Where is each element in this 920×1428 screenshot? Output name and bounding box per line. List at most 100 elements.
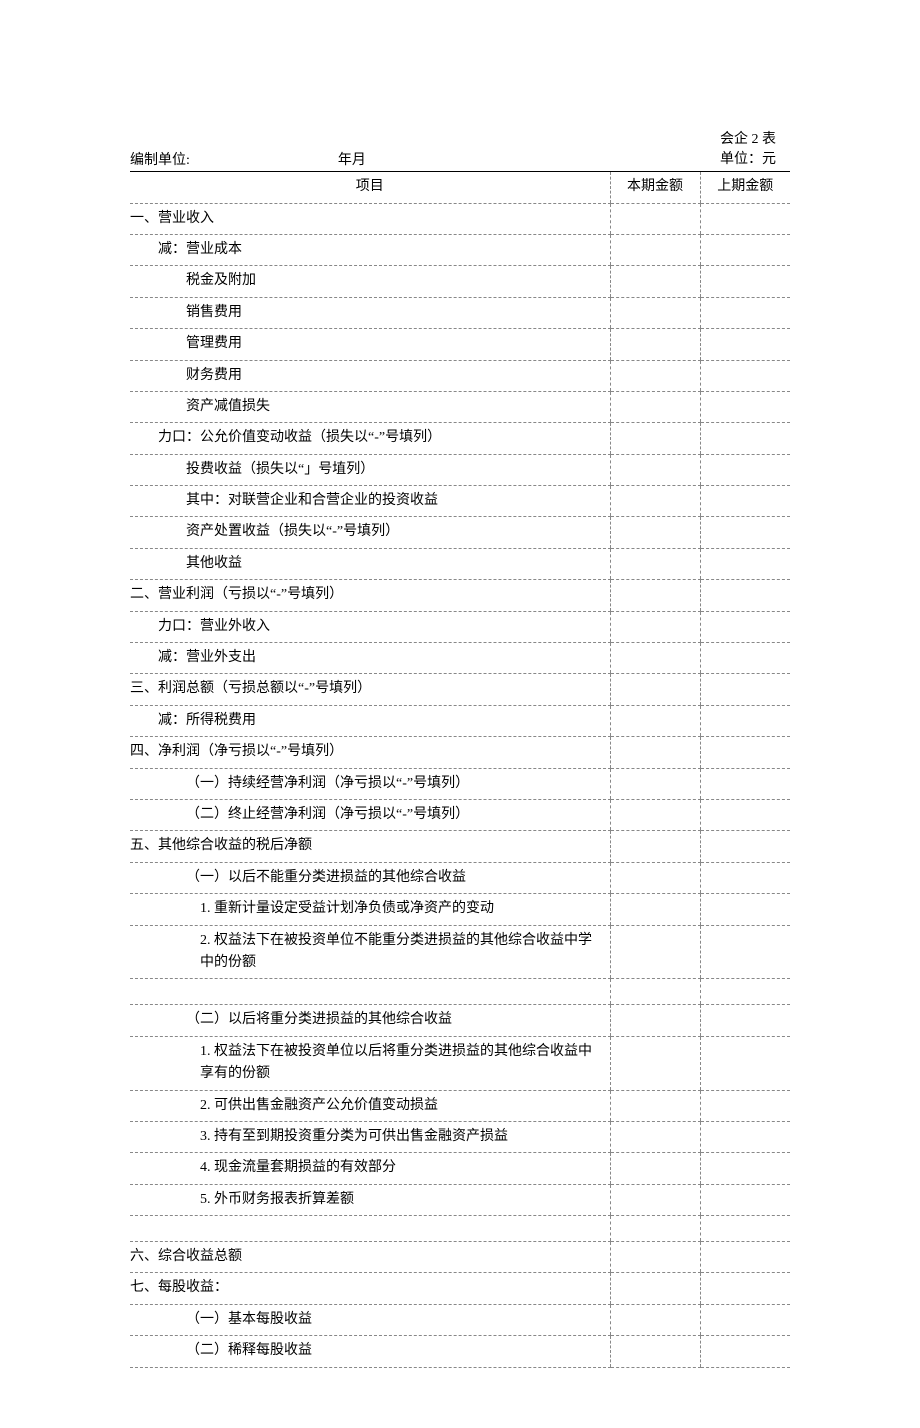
date-area: 年月 <box>190 149 720 169</box>
prev-amount-cell <box>700 674 790 705</box>
table-row: 财务费用 <box>130 360 790 391</box>
prev-amount-cell <box>700 203 790 234</box>
current-amount-cell <box>610 360 700 391</box>
table-row: 减：营业成本 <box>130 234 790 265</box>
current-amount-cell <box>610 203 700 234</box>
row-label: 投费收益（损失以“」号埴列） <box>130 454 610 485</box>
current-amount-cell <box>610 705 700 736</box>
row-label: （一）持续经营净利润（净亏损以“-”号填列） <box>130 768 610 799</box>
row-label: 3. 持有至到期投资重分类为可供出售金融资产损益 <box>130 1121 610 1152</box>
row-label: 二、营业利润（亏损以“-”号填列） <box>130 580 610 611</box>
current-amount-cell <box>610 1121 700 1152</box>
table-row: 力口：公允价值变动收益（损失以“-”号填列） <box>130 423 790 454</box>
row-label: 税金及附加 <box>130 266 610 297</box>
table-row: （二）稀释每股收益 <box>130 1336 790 1367</box>
current-amount-cell <box>610 580 700 611</box>
prev-amount-cell <box>700 979 790 1005</box>
header-right: 会企 2 表 单位：元 <box>720 130 790 169</box>
table-row: 三、利润总额（亏损总额以“-”号填列） <box>130 674 790 705</box>
row-label: 其他收益 <box>130 548 610 579</box>
row-label: 六、综合收益总额 <box>130 1242 610 1273</box>
prepared-by-label: 编制单位: <box>130 149 190 169</box>
prev-amount-cell <box>700 234 790 265</box>
current-amount-cell <box>610 925 700 979</box>
col-header-item: 项目 <box>130 172 610 203</box>
row-label: 5. 外币财务报表折算差额 <box>130 1184 610 1215</box>
current-amount-cell <box>610 979 700 1005</box>
current-amount-cell <box>610 391 700 422</box>
table-row: 4. 现金流量套期损益的有效部分 <box>130 1153 790 1184</box>
prev-amount-cell <box>700 1005 790 1036</box>
row-label: 管理费用 <box>130 329 610 360</box>
current-amount-cell <box>610 1184 700 1215</box>
prev-amount-cell <box>700 548 790 579</box>
row-label: 1. 重新计量设定受益计划净负债或净资产的变动 <box>130 894 610 925</box>
current-amount-cell <box>610 1304 700 1335</box>
table-row: 减：所得税费用 <box>130 705 790 736</box>
row-label: 力口：公允价值变动收益（损失以“-”号填列） <box>130 423 610 454</box>
row-label: 资产减值损失 <box>130 391 610 422</box>
prev-amount-cell <box>700 329 790 360</box>
current-amount-cell <box>610 674 700 705</box>
prev-amount-cell <box>700 862 790 893</box>
current-amount-cell <box>610 1090 700 1121</box>
table-row: 力口：营业外收入 <box>130 611 790 642</box>
header-row: 编制单位: 年月 会企 2 表 单位：元 <box>130 130 790 169</box>
row-label: 其中：对联营企业和合营企业的投资收益 <box>130 486 610 517</box>
current-amount-cell <box>610 423 700 454</box>
row-label: 力口：营业外收入 <box>130 611 610 642</box>
current-amount-cell <box>610 862 700 893</box>
table-row: 四、净利润（净亏损以“-”号填列） <box>130 737 790 768</box>
prev-amount-cell <box>700 768 790 799</box>
current-amount-cell <box>610 1036 700 1090</box>
current-amount-cell <box>610 1242 700 1273</box>
table-row: （二）以后将重分类进损益的其他综合收益 <box>130 1005 790 1036</box>
table-row <box>130 1216 790 1242</box>
prev-amount-cell <box>700 611 790 642</box>
prev-amount-cell <box>700 1036 790 1090</box>
row-label: （二）以后将重分类进损益的其他综合收益 <box>130 1005 610 1036</box>
prev-amount-cell <box>700 1273 790 1304</box>
col-header-prev: 上期金额 <box>700 172 790 203</box>
table-row: （一）以后不能重分类进损益的其他综合收益 <box>130 862 790 893</box>
table-row: 5. 外币财务报表折算差额 <box>130 1184 790 1215</box>
table-row: 七、每股收益： <box>130 1273 790 1304</box>
row-label: 销售费用 <box>130 297 610 328</box>
current-amount-cell <box>610 1153 700 1184</box>
table-row: 资产减值损失 <box>130 391 790 422</box>
row-label: 减：营业外支出 <box>130 643 610 674</box>
row-label: 减：所得税费用 <box>130 705 610 736</box>
prev-amount-cell <box>700 266 790 297</box>
date-label: 年月 <box>338 153 366 168</box>
current-amount-cell <box>610 768 700 799</box>
current-amount-cell <box>610 611 700 642</box>
row-label <box>130 979 610 1005</box>
current-amount-cell <box>610 831 700 862</box>
table-row: （二）终止经营净利润（净亏损以“-”号填列） <box>130 800 790 831</box>
prev-amount-cell <box>700 297 790 328</box>
current-amount-cell <box>610 454 700 485</box>
prev-amount-cell <box>700 486 790 517</box>
table-row: 1. 权益法下在被投资单位以后将重分类进损益的其他综合收益中享有的份额 <box>130 1036 790 1090</box>
table-row: 减：营业外支出 <box>130 643 790 674</box>
row-label: （二）终止经营净利润（净亏损以“-”号填列） <box>130 800 610 831</box>
prev-amount-cell <box>700 894 790 925</box>
prev-amount-cell <box>700 391 790 422</box>
table-row: 1. 重新计量设定受益计划净负债或净资产的变动 <box>130 894 790 925</box>
current-amount-cell <box>610 548 700 579</box>
current-amount-cell <box>610 329 700 360</box>
current-amount-cell <box>610 266 700 297</box>
row-label: 五、其他综合收益的税后净额 <box>130 831 610 862</box>
row-label: （二）稀释每股收益 <box>130 1336 610 1367</box>
current-amount-cell <box>610 1216 700 1242</box>
table-row: 一、营业收入 <box>130 203 790 234</box>
prev-amount-cell <box>700 1304 790 1335</box>
table-row: 其他收益 <box>130 548 790 579</box>
prev-amount-cell <box>700 800 790 831</box>
current-amount-cell <box>610 1336 700 1367</box>
current-amount-cell <box>610 643 700 674</box>
prev-amount-cell <box>700 360 790 391</box>
row-label: 财务费用 <box>130 360 610 391</box>
col-header-current: 本期金额 <box>610 172 700 203</box>
prev-amount-cell <box>700 1242 790 1273</box>
